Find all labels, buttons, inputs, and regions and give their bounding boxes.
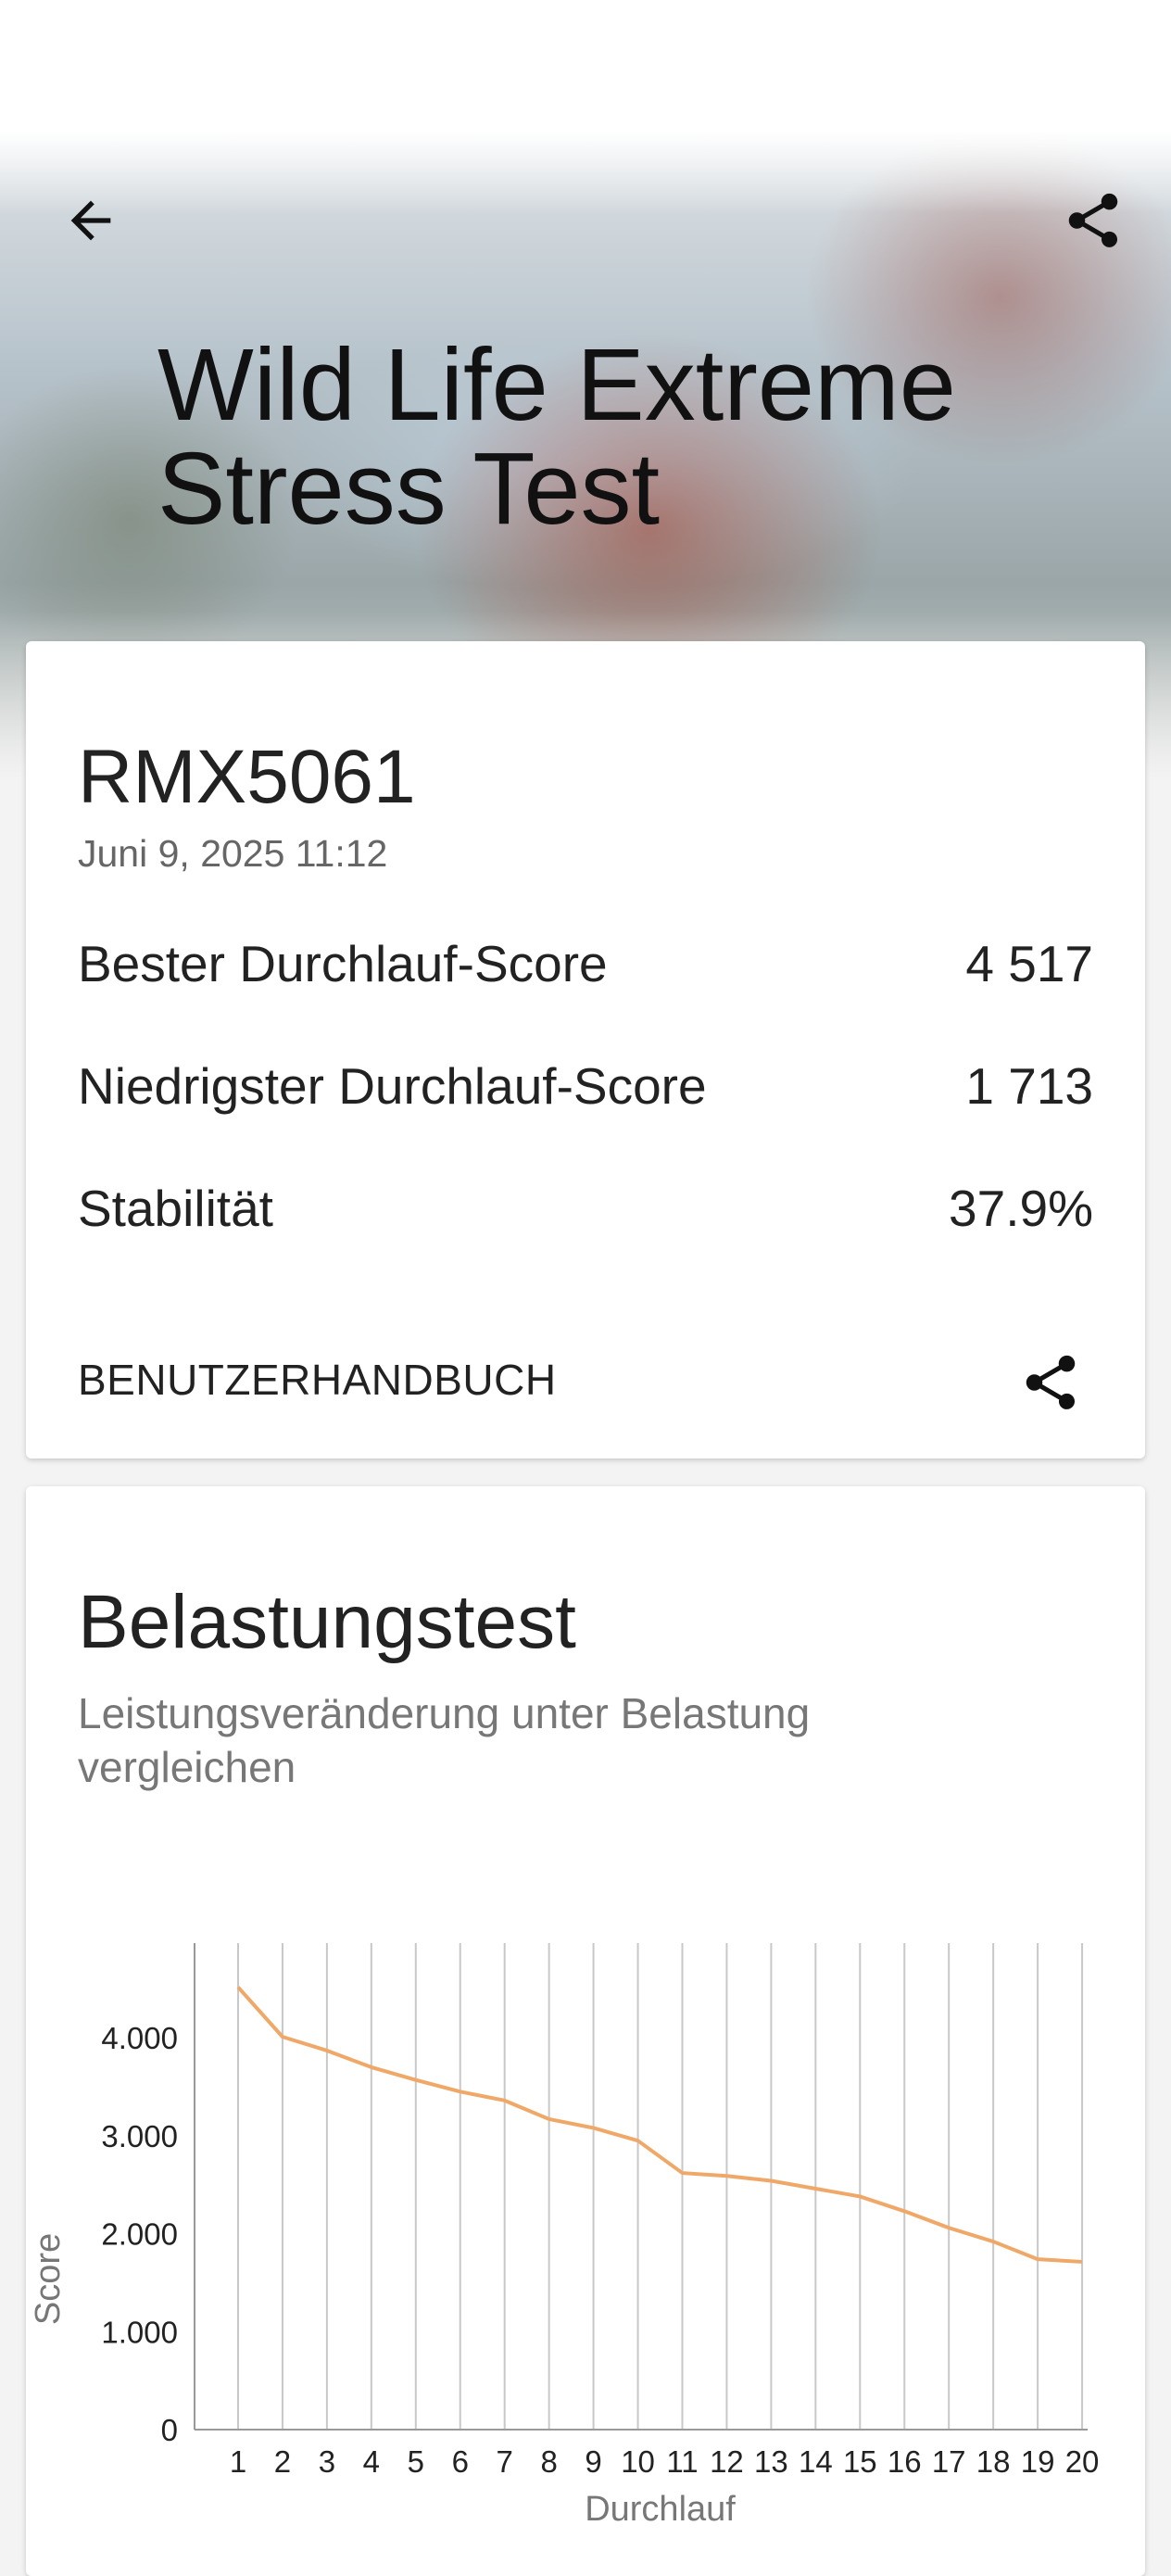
score-label: Niedrigster Durchlauf-Score [78, 1057, 707, 1115]
score-row-lowest: Niedrigster Durchlauf-Score 1 713 [78, 1056, 1093, 1116]
section-title: Belastungstest [78, 1580, 576, 1664]
section-subtitle: Leistungsveränderung unter Belastung ver… [78, 1689, 811, 1791]
status-bar-area [0, 0, 1171, 130]
share-button[interactable] [1049, 176, 1138, 265]
stress-test-card: Belastungstest Leistungsveränderung unte… [26, 1486, 1145, 2576]
user-manual-link[interactable]: BENUTZERHANDBUCH [78, 1355, 557, 1405]
device-name: RMX5061 [78, 735, 416, 819]
score-label: Stabilität [78, 1180, 273, 1237]
page-title-line-2: Stress Test [157, 432, 661, 546]
page-title: Wild Life Extreme Stress Test [157, 334, 1121, 541]
result-share-button[interactable] [1006, 1338, 1095, 1427]
arrow-left-icon [70, 200, 111, 241]
back-button[interactable] [46, 176, 135, 265]
page-title-line-1: Wild Life Extreme [157, 328, 956, 442]
score-value: 37.9% [949, 1180, 1093, 1237]
score-value: 4 517 [965, 935, 1093, 992]
run-date: Juni 9, 2025 11:12 [78, 832, 388, 875]
score-row-stability: Stabilität 37.9% [78, 1179, 1093, 1238]
result-card: RMX5061 Juni 9, 2025 11:12 Bester Durchl… [26, 641, 1145, 1458]
share-icon [1068, 193, 1118, 247]
score-value: 1 713 [965, 1057, 1093, 1115]
share-icon [1026, 1355, 1076, 1409]
score-row-best: Bester Durchlauf-Score 4 517 [78, 934, 1093, 993]
score-label: Bester Durchlauf-Score [78, 935, 608, 992]
